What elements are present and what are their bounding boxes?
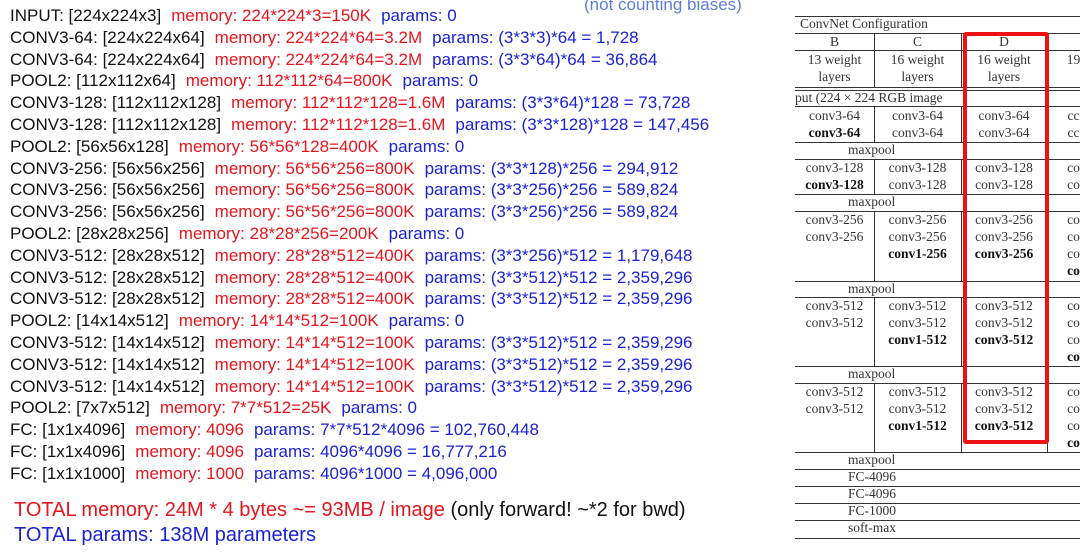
column-rule [874,107,875,142]
layer-cell: conv3-64 [892,125,943,140]
layer-cell: co [1067,418,1080,433]
column-rule [874,159,875,194]
row-soft-max: soft-max [848,520,896,535]
row-maxpool: maxpool [848,281,896,296]
column-rule [961,297,962,366]
layer-cell: co [1067,315,1080,330]
layer-cell: conv1-256 [888,246,947,261]
row-maxpool: maxpool [848,452,896,467]
layer-cell: co [1067,177,1080,192]
layer-cell: conv3-128 [888,160,947,175]
layer-cell: co [1067,263,1080,278]
rule [795,486,1080,487]
layer-cell: conv3-512 [888,401,947,416]
column-rule [961,383,962,452]
column-desc: layers [818,69,851,84]
table-title: ConvNet Configuration [800,16,928,31]
column-desc: 16 weight [890,52,945,67]
layer-cell: co [1067,229,1080,244]
row-fc-1000: FC-1000 [848,503,897,518]
row-maxpool: maxpool [848,142,896,157]
layer-cell: conv1-512 [888,332,947,347]
column-header: B [829,34,839,49]
layer-cell: conv3-512 [805,298,864,313]
rule [795,452,1080,453]
column-desc: 13 weight [807,52,862,67]
rule [795,538,1080,539]
layer-cell: conv3-512 [805,315,864,330]
layer-cell: co [1067,435,1080,450]
rule [795,520,1080,521]
rule [795,503,1080,504]
column-rule [961,159,962,194]
column-rule [961,107,962,142]
layer-cell: conv3-512 [888,384,947,399]
layer-cell: co [1067,246,1080,261]
column-rule [961,211,962,281]
row-maxpool: maxpool [848,194,896,209]
layer-cell: conv3-256 [888,229,947,244]
layer-cell: conv3-512 [805,401,864,416]
layer-cell: co [1067,160,1080,175]
layer-cell: conv3-512 [805,384,864,399]
column-rule [874,383,875,452]
row-maxpool: maxpool [848,366,896,381]
convnet-config-table: ConvNet Configuration B 13 weight layers C 16… [0,0,1080,556]
column-rule [874,33,875,87]
layer-cell: conv3-128 [805,160,864,175]
column-rule [874,211,875,281]
layer-cell: co [1067,332,1080,347]
column-rule [874,297,875,366]
layer-cell: conv1-512 [888,418,947,433]
layer-cell: co [1067,384,1080,399]
column-desc: 19 [1066,52,1080,67]
layer-cell: conv3-128 [888,177,947,192]
layer-cell: conv3-64 [809,108,860,123]
layer-cell: conv3-256 [805,229,864,244]
column-desc: layers [901,69,934,84]
layer-cell: cc [1067,125,1080,140]
layer-cell: conv3-128 [805,177,864,192]
column-header: C [912,34,922,49]
layer-cell: cc [1067,108,1080,123]
row-fc-4096: FC-4096 [848,469,897,484]
layer-cell: conv3-64 [892,108,943,123]
layer-cell: conv3-64 [808,125,861,140]
layer-cell: co [1067,298,1080,313]
rule [795,469,1080,470]
layer-cell: conv3-256 [888,212,947,227]
layer-cell: conv3-256 [805,212,864,227]
layer-cell: co [1067,401,1080,416]
layer-cell: co [1067,212,1080,227]
highlight-box [963,32,1049,444]
layer-cell: co [1067,349,1080,364]
column-rule [961,33,962,87]
layer-cell: conv3-512 [888,315,947,330]
row-fc-4096: FC-4096 [848,486,897,501]
layer-cell: conv3-512 [888,298,947,313]
input-row: put (224 × 224 RGB image [795,90,943,105]
